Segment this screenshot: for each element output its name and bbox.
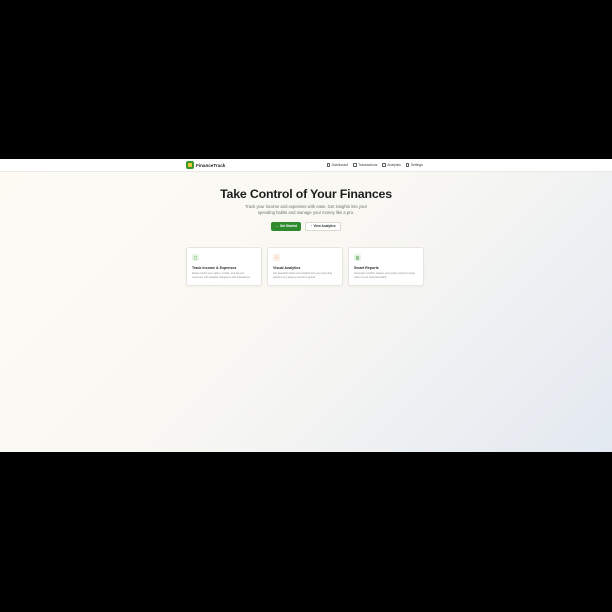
feature-card-analytics: ◔ Visual Analytics Get beautiful charts …	[267, 247, 343, 286]
gear-icon	[405, 163, 410, 167]
feature-title: Smart Reports	[354, 266, 379, 270]
get-started-button[interactable]: → Get Started	[271, 222, 302, 231]
nav-item-label: Dashboard	[331, 163, 349, 167]
get-started-label: Get Started	[279, 224, 298, 229]
app-screen: FinanceTrack Dashboard Transactions Anal…	[0, 159, 612, 452]
view-analytics-button[interactable]: ◔ View Analytics	[305, 222, 341, 231]
hero-actions: → Get Started ◔ View Analytics	[0, 222, 612, 231]
chart-icon: ◔	[310, 224, 313, 229]
nav-item-transactions[interactable]: Transactions	[353, 163, 377, 167]
home-icon	[326, 163, 331, 167]
feature-card-reports: ▥ Smart Reports Generate monthly, weekly…	[348, 247, 424, 286]
feature-card-track: ▢ Track Income & Expenses Easily record …	[186, 247, 262, 286]
chart-icon	[382, 163, 386, 167]
list-icon	[353, 163, 357, 167]
feature-cards: ▢ Track Income & Expenses Easily record …	[186, 247, 424, 286]
feature-title: Track Income & Expenses	[192, 266, 237, 270]
brand[interactable]: FinanceTrack	[186, 161, 225, 169]
brand-name: FinanceTrack	[196, 162, 226, 168]
bar-chart-icon: ▥	[354, 254, 361, 261]
pie-chart-icon: ◔	[273, 254, 280, 261]
feature-description: Get beautiful charts and insights into y…	[273, 272, 332, 279]
feature-title: Visual Analytics	[273, 266, 301, 270]
nav-item-analytics[interactable]: Analytics	[382, 163, 401, 167]
brand-logo-icon	[186, 161, 194, 169]
nav-item-label: Transactions	[358, 163, 378, 167]
wallet-icon: ▢	[192, 254, 199, 261]
nav-item-label: Settings	[410, 163, 423, 167]
nav-item-dashboard[interactable]: Dashboard	[326, 163, 349, 167]
view-analytics-label: View Analytics	[313, 224, 336, 229]
feature-description: Easily record your salary, rentals, and …	[192, 272, 251, 279]
hero-title: Take Control of Your Finances	[220, 187, 392, 201]
feature-description: Generate monthly, weekly, and yearly rep…	[354, 272, 416, 279]
nav-item-label: Analytics	[387, 163, 401, 167]
arrow-right-icon: →	[275, 224, 279, 229]
nav-item-settings[interactable]: Settings	[405, 163, 423, 167]
top-navbar: FinanceTrack Dashboard Transactions Anal…	[0, 159, 612, 172]
nav-links: Dashboard Transactions Analytics Setting…	[326, 163, 423, 167]
hero-subtitle: Track your income and expenses with ease…	[244, 204, 368, 216]
